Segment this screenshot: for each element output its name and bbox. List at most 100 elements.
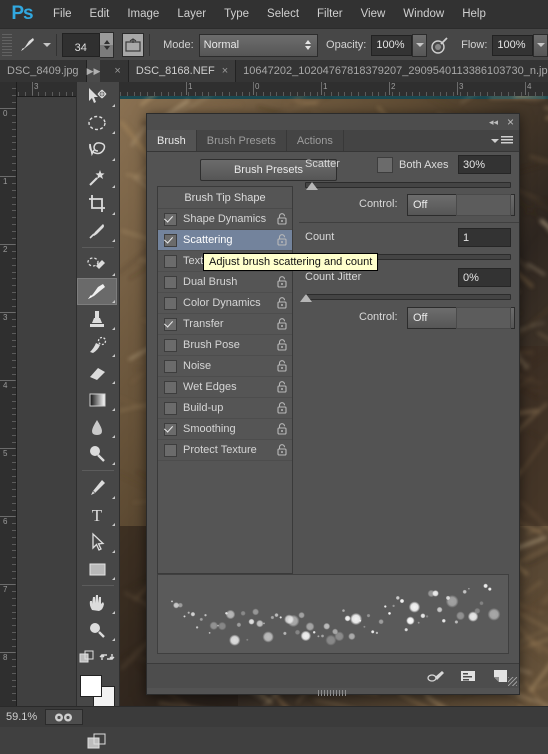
checkbox[interactable] (164, 234, 177, 247)
count-jitter-slider[interactable] (305, 294, 511, 300)
magic-wand-tool[interactable] (77, 163, 117, 190)
brush-option-build-up[interactable]: Build-up (158, 398, 292, 419)
scatter-slider-knob[interactable] (306, 182, 318, 190)
brush-option-smoothing[interactable]: Smoothing (158, 419, 292, 440)
flow-input[interactable]: 100% (492, 35, 533, 56)
menu-type[interactable]: Type (215, 0, 258, 28)
document-info-icon[interactable] (45, 709, 83, 725)
tab-brush[interactable]: Brush (147, 130, 197, 151)
checkbox[interactable] (164, 276, 177, 289)
toggle-brush-options-icon[interactable] (427, 668, 445, 684)
spot-healing-brush-tool[interactable] (77, 251, 117, 278)
checkbox[interactable] (164, 297, 177, 310)
brush-preset-icon[interactable] (16, 33, 42, 57)
checkbox[interactable] (164, 213, 177, 226)
edit-toolbar-icon[interactable] (77, 643, 97, 670)
brush-option-color-dynamics[interactable]: Color Dynamics (158, 293, 292, 314)
brush-option-scattering[interactable]: Scattering (158, 230, 292, 251)
move-tool[interactable] (77, 82, 117, 109)
scatter-slider[interactable] (305, 182, 511, 188)
eraser-tool[interactable] (77, 359, 117, 386)
vertical-ruler[interactable]: 012345678 (0, 82, 17, 726)
document-tab-1-close-area[interactable]: × (100, 60, 128, 82)
lock-icon[interactable] (277, 444, 287, 456)
brush-option-dual-brush[interactable]: Dual Brush (158, 272, 292, 293)
lock-icon[interactable] (277, 339, 287, 351)
elliptical-marquee-tool[interactable] (77, 109, 117, 136)
panel-titlebar[interactable]: ◂◂ × (147, 114, 519, 130)
scatter-value[interactable]: 30% (458, 155, 511, 174)
zoom-level[interactable]: 59.1% (6, 711, 37, 723)
count-jitter-slider-knob[interactable] (300, 294, 312, 302)
lock-icon[interactable] (277, 213, 287, 225)
checkbox[interactable] (164, 339, 177, 352)
brush-size-input[interactable]: 34 (62, 33, 100, 57)
close-icon[interactable]: × (114, 66, 120, 77)
document-tab-1[interactable]: DSC_8409.jpg (0, 60, 87, 82)
opacity-dropdown-button[interactable] (412, 34, 427, 57)
brush-option-brush-pose[interactable]: Brush Pose (158, 335, 292, 356)
count-jitter-value[interactable]: 0% (458, 268, 511, 287)
tab-actions[interactable]: Actions (287, 130, 344, 151)
clone-stamp-tool[interactable] (77, 305, 117, 332)
close-icon[interactable]: × (507, 116, 514, 128)
collapse-panels-icon[interactable]: ▶▶ (87, 60, 101, 82)
lasso-tool[interactable] (77, 136, 117, 163)
brush-tip-shape-header[interactable]: Brush Tip Shape (158, 187, 292, 209)
brush-option-shape-dynamics[interactable]: Shape Dynamics (158, 209, 292, 230)
options-bar-grip[interactable] (2, 34, 12, 56)
gradient-tool[interactable] (77, 386, 117, 413)
lock-icon[interactable] (277, 360, 287, 372)
screen-mode-icon[interactable] (77, 730, 117, 754)
menu-select[interactable]: Select (258, 0, 308, 28)
crop-tool[interactable] (77, 190, 117, 217)
zoom-tool[interactable] (77, 616, 117, 643)
color-swatches[interactable] (77, 674, 117, 708)
create-new-brush-icon[interactable] (491, 668, 509, 684)
document-tab-2[interactable]: DSC_8168.NEF × (129, 60, 236, 82)
brush-option-noise[interactable]: Noise (158, 356, 292, 377)
close-icon[interactable]: × (222, 66, 228, 77)
checkbox[interactable] (164, 444, 177, 457)
lock-icon[interactable] (277, 276, 287, 288)
panel-bottom-grip[interactable] (318, 690, 348, 696)
type-tool[interactable]: T (77, 501, 117, 528)
swap-colors-icon[interactable] (97, 643, 117, 670)
rectangle-tool[interactable] (77, 555, 117, 582)
dodge-tool[interactable] (77, 440, 117, 467)
blend-mode-select[interactable]: Normal (199, 34, 318, 57)
brush-option-transfer[interactable]: Transfer (158, 314, 292, 335)
eyedropper-tool[interactable] (77, 217, 117, 244)
menu-image[interactable]: Image (118, 0, 168, 28)
menu-help[interactable]: Help (453, 0, 495, 28)
lock-icon[interactable] (277, 318, 287, 330)
brush-tool[interactable] (77, 278, 117, 305)
new-preset-from-brush-icon[interactable] (459, 668, 477, 684)
brush-option-wet-edges[interactable]: Wet Edges (158, 377, 292, 398)
menu-view[interactable]: View (352, 0, 395, 28)
opacity-input[interactable]: 100% (371, 35, 412, 56)
menu-filter[interactable]: Filter (308, 0, 352, 28)
airbrush-toggle-icon[interactable] (429, 33, 451, 57)
checkbox[interactable] (164, 318, 177, 331)
foreground-color-swatch[interactable] (80, 675, 102, 697)
history-brush-tool[interactable] (77, 332, 117, 359)
collapse-to-icons-icon[interactable]: ◂◂ (489, 118, 498, 127)
menu-window[interactable]: Window (394, 0, 453, 28)
lock-icon[interactable] (277, 234, 287, 246)
path-selection-tool[interactable] (77, 528, 117, 555)
menu-file[interactable]: File (44, 0, 81, 28)
lock-icon[interactable] (277, 402, 287, 414)
brush-preset-chevron-icon[interactable] (43, 43, 51, 47)
blur-tool[interactable] (77, 413, 117, 440)
hand-tool[interactable] (77, 589, 117, 616)
menu-edit[interactable]: Edit (81, 0, 119, 28)
checkbox[interactable] (164, 360, 177, 373)
lock-icon[interactable] (277, 423, 287, 435)
tablet-pressure-size-icon[interactable] (122, 33, 145, 57)
brush-option-protect-texture[interactable]: Protect Texture (158, 440, 292, 461)
checkbox[interactable] (164, 402, 177, 415)
panel-resize-grip[interactable] (508, 677, 517, 686)
count-value[interactable]: 1 (458, 228, 511, 247)
document-tab-3[interactable]: 10647202_10204767818379207_2909540113386… (236, 60, 548, 82)
